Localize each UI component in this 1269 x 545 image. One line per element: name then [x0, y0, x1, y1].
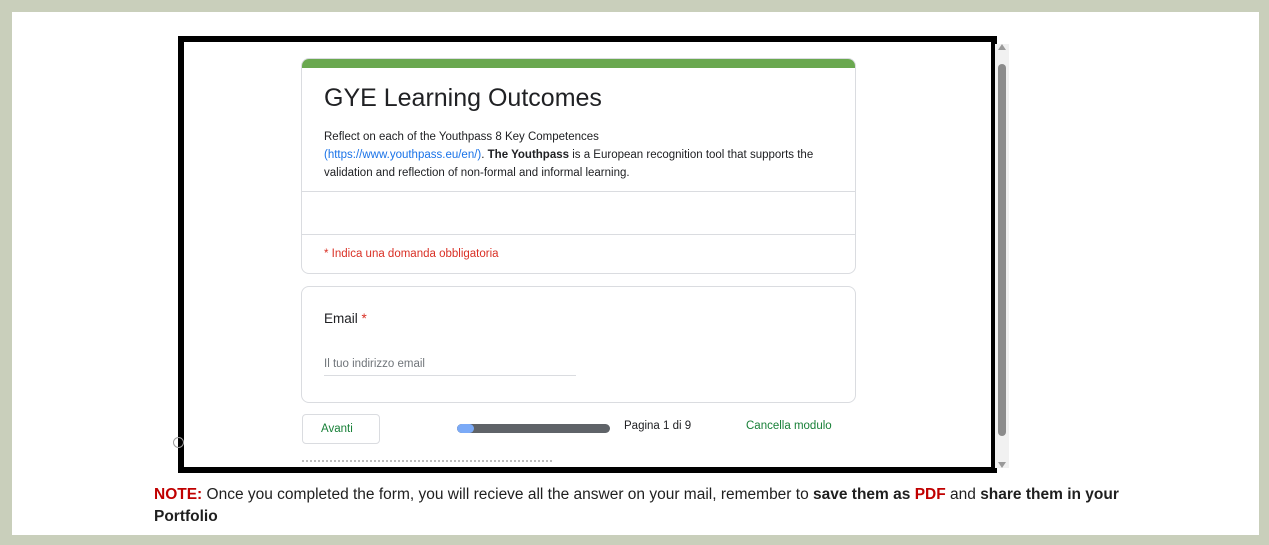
form-screenshot: GYE Learning Outcomes Reflect on each of…	[178, 36, 997, 473]
note-prefix: NOTE:	[154, 486, 203, 503]
form-accent-bar	[302, 59, 855, 68]
note-pdf: PDF	[910, 486, 946, 503]
email-label: Email *	[324, 311, 367, 326]
clear-form-button[interactable]: Cancella modulo	[746, 420, 832, 432]
page-indicator: Pagina 1 di 9	[624, 420, 692, 432]
progress-bar	[457, 424, 610, 433]
note-bold-save: save them as	[813, 486, 911, 503]
next-button[interactable]: Avanti	[302, 414, 380, 444]
scroll-down-arrow-icon[interactable]	[998, 462, 1006, 468]
required-asterisk: *	[361, 311, 367, 326]
scroll-up-arrow-icon[interactable]	[998, 44, 1006, 50]
form-description: Reflect on each of the Youthpass 8 Key C…	[324, 128, 824, 182]
scroll-thumb[interactable]	[998, 64, 1006, 436]
divider	[302, 191, 855, 192]
circle-icon	[173, 437, 184, 448]
email-question-card: Email *	[301, 286, 856, 403]
note-text: Once you completed the form, you will re…	[202, 486, 814, 503]
scrollbar[interactable]	[995, 44, 1009, 468]
email-label-text: Email	[324, 311, 358, 326]
form-title: GYE Learning Outcomes	[324, 84, 602, 112]
note-text-and: and	[945, 486, 981, 503]
required-note: * Indica una domanda obbligatoria	[324, 248, 499, 260]
instruction-note: NOTE: Once you completed the form, you w…	[154, 484, 1154, 528]
email-field[interactable]	[324, 353, 576, 376]
description-bold: The Youthpass	[487, 149, 570, 161]
youthpass-link[interactable]: (https://www.youthpass.eu/en/)	[324, 149, 481, 161]
divider	[302, 234, 855, 235]
progress-fill	[457, 424, 474, 433]
description-line: Reflect on each of the Youthpass 8 Key C…	[324, 131, 599, 143]
form-header-card: GYE Learning Outcomes Reflect on each of…	[301, 58, 856, 274]
cropped-footer-text	[302, 460, 552, 467]
